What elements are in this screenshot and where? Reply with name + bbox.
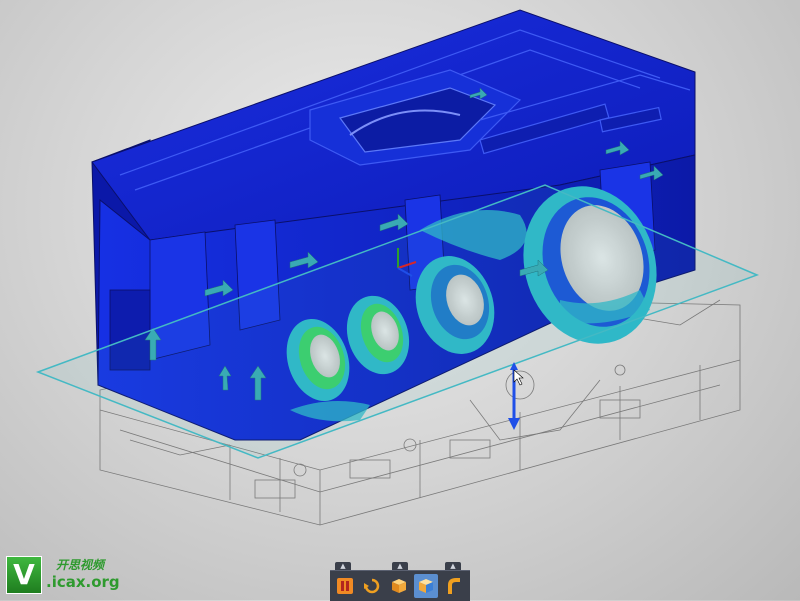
- pause-icon: [337, 578, 353, 594]
- flyout-handle-view[interactable]: ▲: [392, 562, 408, 570]
- flyout-handle-pause[interactable]: ▲: [335, 562, 351, 570]
- section-view-button[interactable]: [414, 574, 438, 598]
- flyout-handle-display[interactable]: ▲: [445, 562, 461, 570]
- section-view-icon: [419, 579, 433, 593]
- model-viewport[interactable]: [0, 0, 800, 600]
- watermark-site: .icax.org: [46, 573, 120, 591]
- view-cube-button[interactable]: [387, 574, 411, 598]
- orbit-button[interactable]: [360, 574, 384, 598]
- watermark: V 开思视频 .icax.org: [6, 556, 146, 596]
- box-icon: [392, 579, 406, 593]
- rotate-icon: [364, 578, 380, 594]
- pause-button[interactable]: [333, 574, 357, 598]
- watermark-chinese-text: 开思视频: [56, 558, 105, 572]
- watermark-logo: V: [6, 556, 42, 594]
- display-style-button[interactable]: [441, 574, 465, 598]
- bottom-toolbar: [330, 570, 470, 601]
- pipe-icon: [448, 578, 460, 594]
